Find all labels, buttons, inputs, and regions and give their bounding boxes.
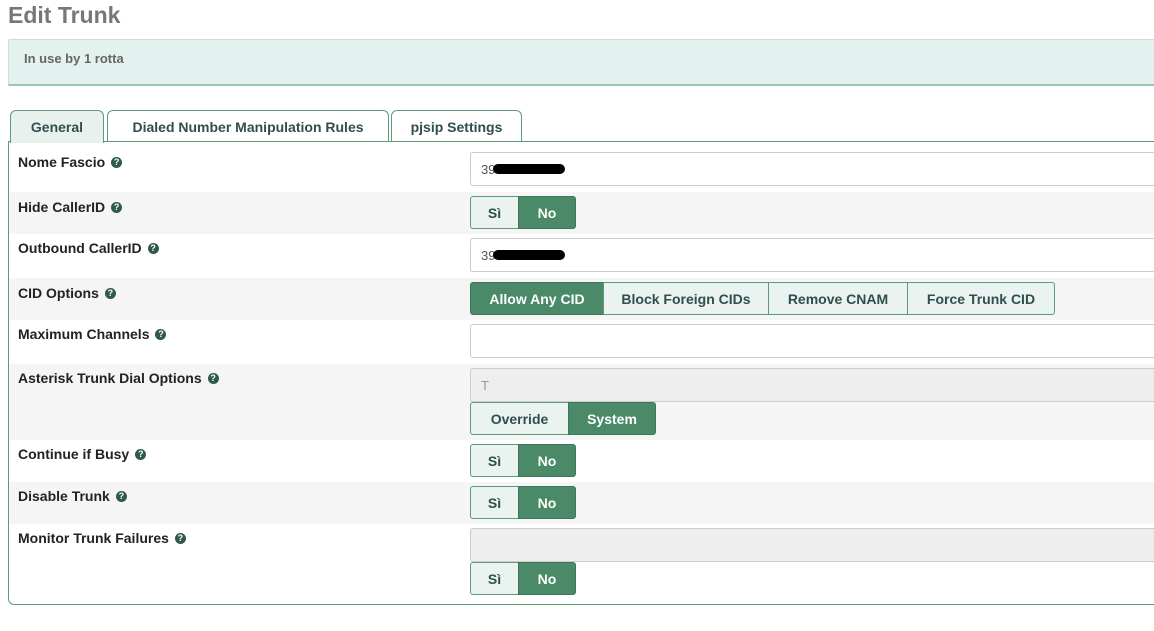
row-hide-callerid: Hide CallerID ? Sì No: [9, 192, 1154, 234]
general-panel: Nome Fascio ? 39 Hide CallerID ? Sì No O…: [8, 141, 1154, 605]
monitor-failures-no-button[interactable]: No: [518, 562, 576, 595]
monitor-failures-yes-button[interactable]: Sì: [470, 562, 519, 595]
disable-trunk-label: Disable Trunk ?: [18, 488, 127, 504]
hide-callerid-no-button[interactable]: No: [518, 196, 576, 229]
disable-trunk-yes-button[interactable]: Sì: [470, 486, 519, 519]
help-icon[interactable]: ?: [135, 448, 147, 460]
hide-callerid-yes-button[interactable]: Sì: [470, 196, 519, 229]
help-icon[interactable]: ?: [104, 287, 116, 299]
row-disable-trunk: Disable Trunk ? Sì No: [9, 482, 1154, 524]
max-channels-input[interactable]: [470, 324, 1154, 358]
outbound-callerid-label: Outbound CallerID ?: [18, 240, 159, 256]
row-outbound-callerid: Outbound CallerID ? 39: [9, 234, 1154, 278]
dial-options-input[interactable]: T: [470, 368, 1154, 402]
cid-allow-any-button[interactable]: Allow Any CID: [470, 282, 604, 315]
cid-block-foreign-button[interactable]: Block Foreign CIDs: [603, 282, 769, 315]
monitor-failures-toggle: Sì No: [470, 562, 576, 595]
help-icon[interactable]: ?: [155, 328, 167, 340]
continue-busy-toggle: Sì No: [470, 444, 576, 477]
usage-notice: In use by 1 rotta: [8, 39, 1154, 86]
row-monitor-failures: Monitor Trunk Failures ? Sì No: [9, 524, 1154, 604]
row-dial-options: Asterisk Trunk Dial Options ? T Override…: [9, 364, 1154, 440]
cid-force-trunk-button[interactable]: Force Trunk CID: [907, 282, 1055, 315]
disable-trunk-toggle: Sì No: [470, 486, 576, 519]
cid-remove-cnam-button[interactable]: Remove CNAM: [768, 282, 908, 315]
trunk-name-label: Nome Fascio ?: [18, 154, 123, 170]
max-channels-label: Maximum Channels ?: [18, 326, 167, 342]
help-icon[interactable]: ?: [147, 242, 159, 254]
help-icon[interactable]: ?: [174, 532, 186, 544]
hide-callerid-toggle: Sì No: [470, 196, 576, 229]
continue-busy-no-button[interactable]: No: [518, 444, 576, 477]
row-trunk-name: Nome Fascio ? 39: [9, 142, 1154, 192]
redaction-mark: [493, 250, 566, 260]
usage-notice-text: In use by 1 rotta: [24, 51, 124, 66]
dial-options-label: Asterisk Trunk Dial Options ?: [18, 370, 219, 386]
row-cid-options: CID Options ? Allow Any CID Block Foreig…: [9, 278, 1154, 320]
continue-busy-yes-button[interactable]: Sì: [470, 444, 519, 477]
row-continue-busy: Continue if Busy ? Sì No: [9, 440, 1154, 482]
dial-override-button[interactable]: Override: [470, 402, 569, 435]
continue-busy-label: Continue if Busy ?: [18, 446, 147, 462]
dial-system-button[interactable]: System: [568, 402, 656, 435]
disable-trunk-no-button[interactable]: No: [518, 486, 576, 519]
cid-options-group: Allow Any CID Block Foreign CIDs Remove …: [470, 282, 1055, 315]
help-icon[interactable]: ?: [111, 201, 123, 213]
help-icon[interactable]: ?: [115, 490, 127, 502]
outbound-callerid-input[interactable]: 39: [470, 238, 1154, 272]
redaction-mark: [493, 164, 566, 174]
dial-options-toggle: Override System: [470, 402, 656, 435]
page-title: Edit Trunk: [8, 2, 121, 28]
help-icon[interactable]: ?: [111, 156, 123, 168]
tab-general[interactable]: General: [10, 110, 104, 143]
tab-dialed-number-rules[interactable]: Dialed Number Manipulation Rules: [107, 110, 389, 142]
cid-options-label: CID Options ?: [18, 285, 116, 301]
row-max-channels: Maximum Channels ?: [9, 320, 1154, 364]
monitor-failures-input[interactable]: [470, 528, 1154, 562]
monitor-failures-label: Monitor Trunk Failures ?: [18, 530, 186, 546]
trunk-name-input[interactable]: 39: [470, 152, 1154, 186]
tab-pjsip-settings[interactable]: pjsip Settings: [391, 110, 522, 142]
hide-callerid-label: Hide CallerID ?: [18, 199, 123, 215]
help-icon[interactable]: ?: [207, 372, 219, 384]
